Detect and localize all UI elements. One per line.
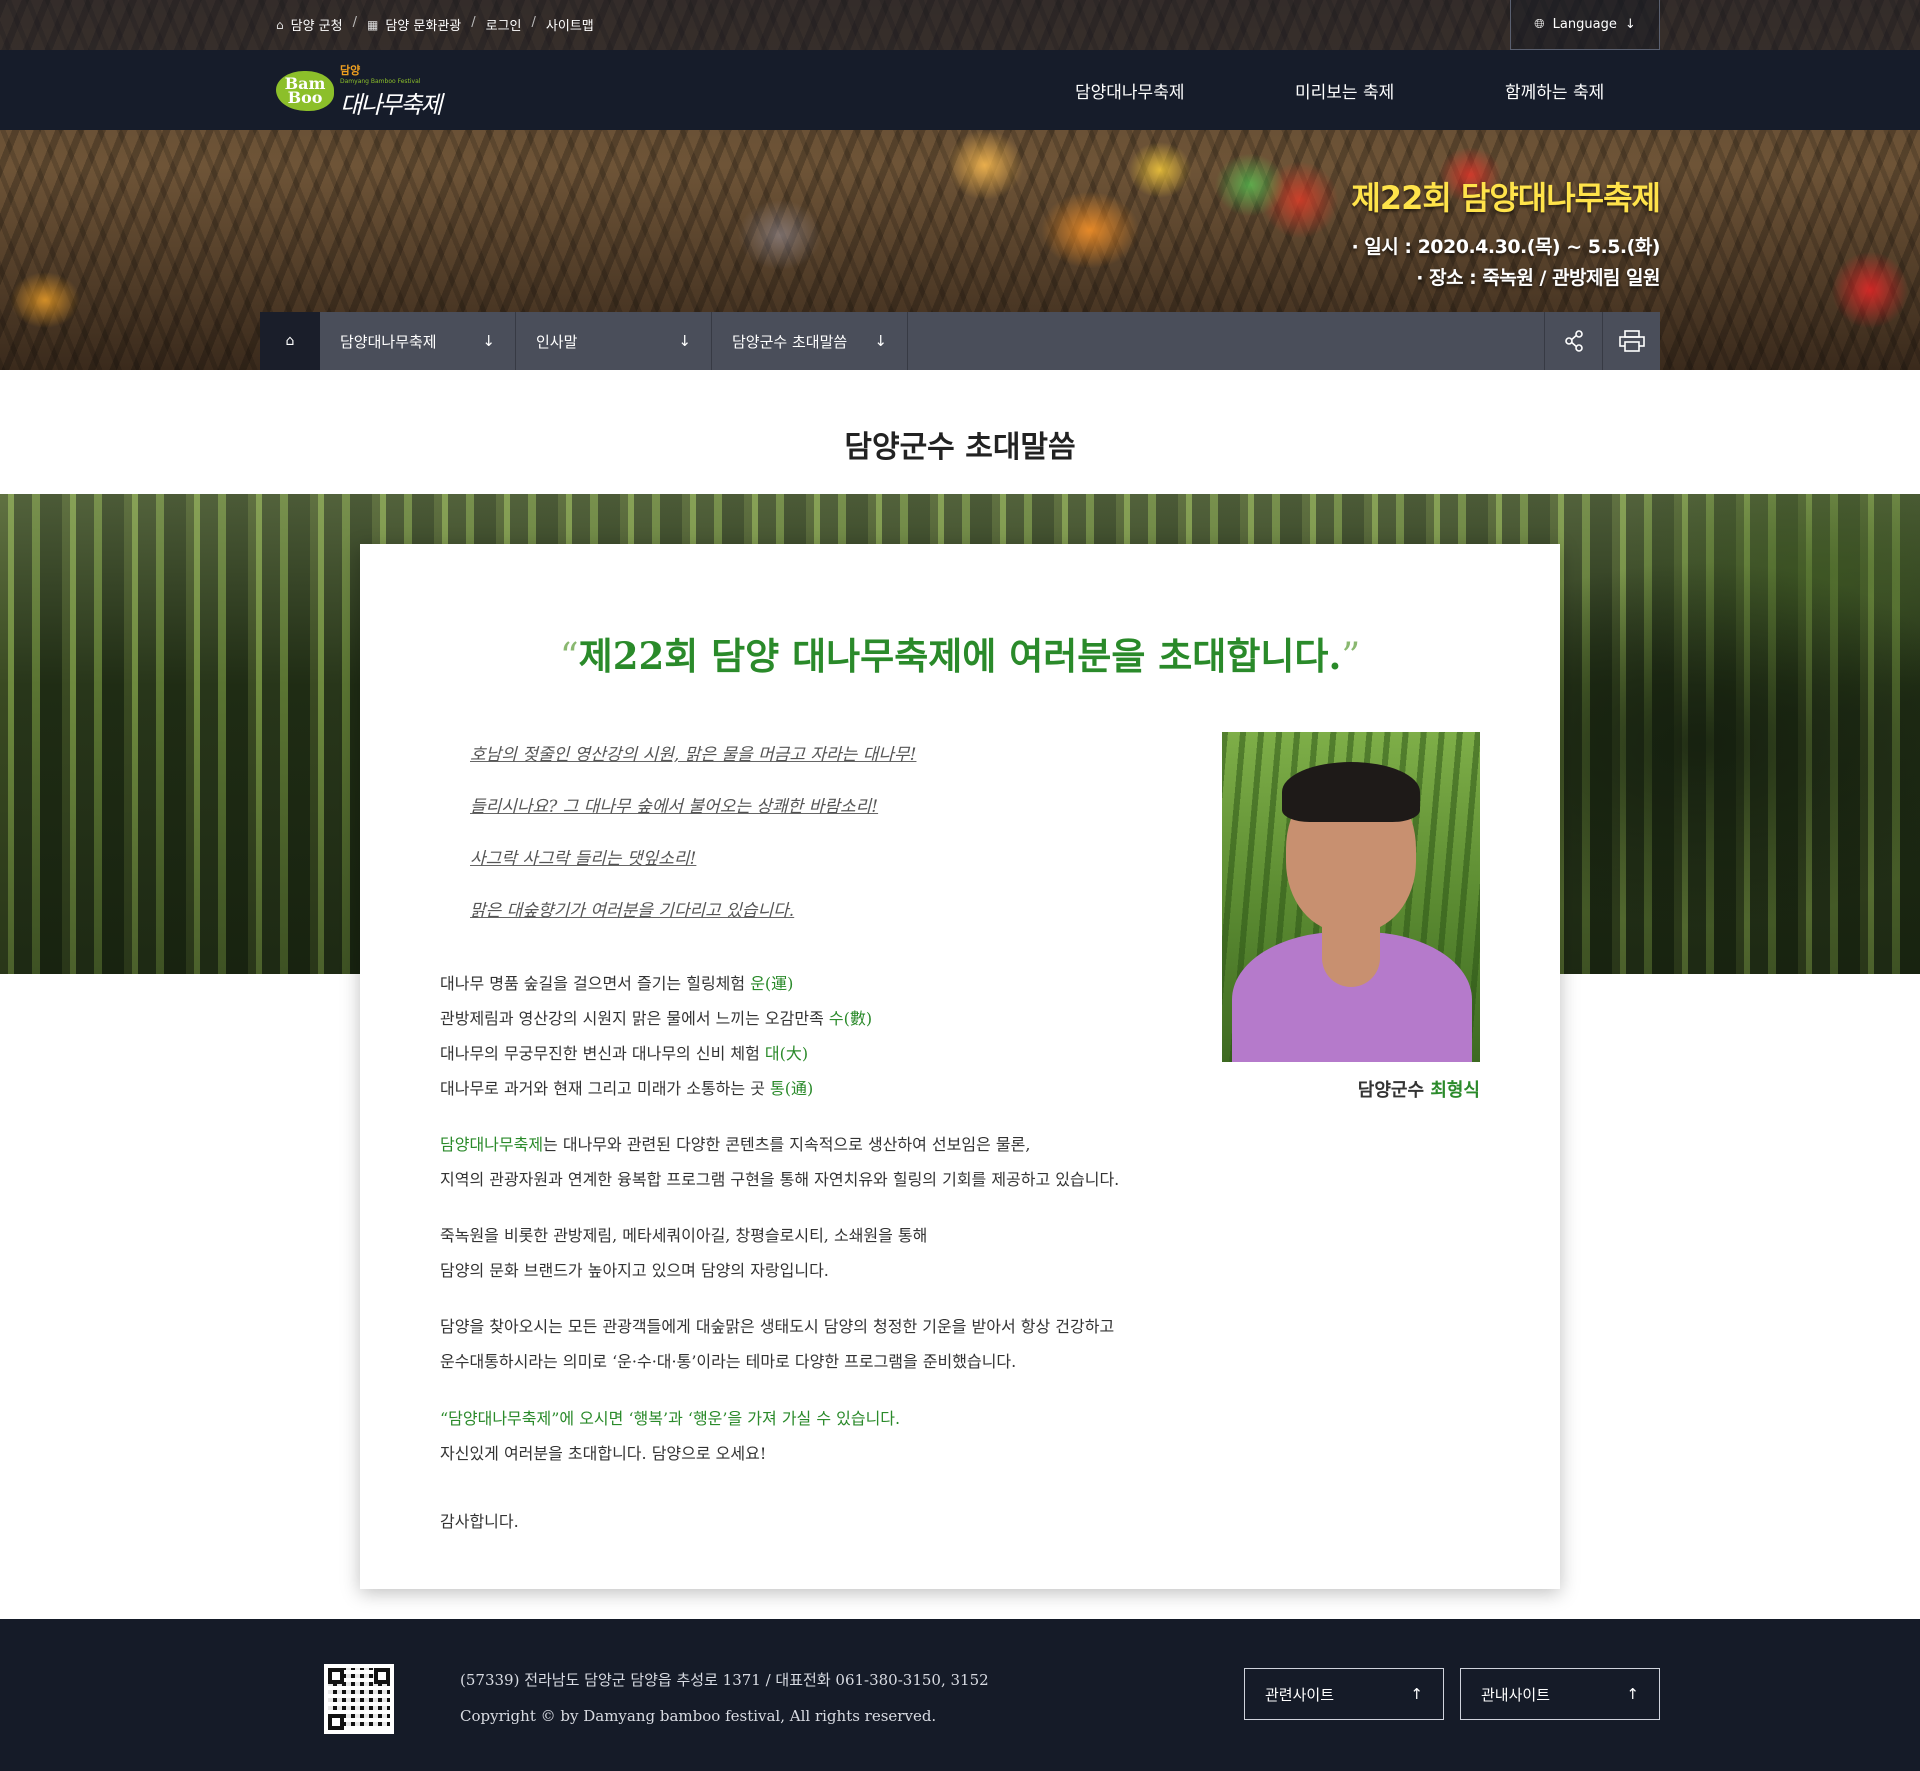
building-icon: ▦ bbox=[367, 17, 379, 32]
qr-code-icon bbox=[324, 1664, 394, 1734]
paragraph-attractions: 죽녹원을 비롯한 관방제림, 메타세쿼이아길, 창평슬로시티, 소쇄원을 통해 … bbox=[440, 1226, 928, 1280]
poem-line: 사그락 사그락 들리는 댓잎소리! bbox=[470, 849, 697, 869]
luck-line: 대나무의 무궁무진한 변신과 대나무의 신비 체험 대(大) bbox=[440, 1044, 809, 1063]
luck-line: 대나무로 과거와 현재 그리고 미래가 소통하는 곳 통(通) bbox=[440, 1079, 814, 1098]
breadcrumb-spacer bbox=[908, 312, 1544, 370]
main-nav-bar: Bam Boo 담양 Damyang Bamboo Festival 대나무축제… bbox=[0, 50, 1920, 130]
luck-line: 관방제림과 영산강의 시원지 맑은 물에서 느끼는 오감만족 수(數) bbox=[440, 1009, 873, 1028]
logo-badge: Bam Boo bbox=[276, 71, 334, 111]
gnb-item-preview[interactable]: 미리보는 축제 bbox=[1295, 78, 1505, 103]
header: ⌂ 담양 군청 / ▦ 담양 문화관광 / 로그인 / 사이트맵 🌐︎ Lang… bbox=[0, 0, 1920, 370]
arrow-up-icon: ↑ bbox=[1410, 1685, 1423, 1703]
separator: / bbox=[352, 15, 357, 30]
home-icon: ⌂ bbox=[285, 333, 295, 349]
page-title: 담양군수 초대말씀 bbox=[844, 430, 1076, 465]
link-login[interactable]: 로그인 bbox=[486, 15, 522, 34]
breadcrumb-item-invitation[interactable]: 담양군수 초대말씀 ↓ bbox=[712, 312, 908, 370]
paragraph-invite: “담양대나무축제”에 오시면 ‘행복’과 ‘행운’을 가져 가실 수 있습니다.… bbox=[440, 1409, 901, 1463]
photo-caption: 담양군수 최형식 bbox=[1357, 1080, 1480, 1101]
hero-title: 제22회 담양대나무축제 bbox=[1351, 179, 1661, 217]
poem-line: 호남의 젖줄인 영산강의 시원, 맑은 물을 머금고 자라는 대나무! bbox=[470, 745, 917, 765]
local-sites-button[interactable]: 관내사이트 ↑ bbox=[1460, 1668, 1660, 1720]
share-icon bbox=[1564, 330, 1583, 352]
arrow-down-icon: ↓ bbox=[482, 332, 495, 350]
poem-line: 들리시나요? 그 대나무 숲에서 불어오는 상쾌한 바람소리! bbox=[470, 797, 879, 817]
arrow-up-icon: ↑ bbox=[1626, 1685, 1639, 1703]
footer: (57339) 전라남도 담양군 담양읍 추성로 1371 / 대표전화 061… bbox=[0, 1619, 1920, 1771]
link-damyang-county[interactable]: ⌂ 담양 군청 bbox=[276, 15, 343, 35]
breadcrumb-item-greeting[interactable]: 인사말 ↓ bbox=[516, 312, 712, 370]
related-sites-button[interactable]: 관련사이트 ↑ bbox=[1244, 1668, 1444, 1720]
breadcrumb: ⌂ 담양대나무축제 ↓ 인사말 ↓ 담양군수 초대말씀 ↓ bbox=[260, 312, 1660, 370]
poem-line: 맑은 대숲향기가 여러분을 기다리고 있습니다. bbox=[470, 901, 795, 921]
site-logo[interactable]: Bam Boo 담양 Damyang Bamboo Festival 대나무축제 bbox=[276, 60, 451, 122]
separator: / bbox=[531, 15, 536, 30]
breadcrumb-home[interactable]: ⌂ bbox=[260, 312, 320, 370]
card-headline: “제22회 담양 대나무축제에 여러분을 초대합니다.” bbox=[559, 634, 1361, 678]
invitation-card: “제22회 담양 대나무축제에 여러분을 초대합니다.” 호남의 젖줄인 영산강… bbox=[360, 544, 1560, 1589]
luck-lines: 대나무 명품 숲길을 걸으면서 즐기는 힐링체험 운(運) 관방제림과 영산강의… bbox=[440, 966, 872, 1106]
footer-address: (57339) 전라남도 담양군 담양읍 추성로 1371 / 대표전화 061… bbox=[460, 1671, 989, 1689]
footer-copyright: Copyright © by Damyang bamboo festival, … bbox=[460, 1707, 937, 1725]
hero-place: · 장소 : 죽녹원 / 관방제림 일원 bbox=[1416, 267, 1660, 289]
utility-links: ⌂ 담양 군청 / ▦ 담양 문화관광 / 로그인 / 사이트맵 bbox=[276, 15, 594, 34]
utility-bar: ⌂ 담양 군청 / ▦ 담양 문화관광 / 로그인 / 사이트맵 🌐︎ Lang… bbox=[0, 0, 1920, 50]
share-button[interactable] bbox=[1544, 312, 1602, 370]
gnb-item-together[interactable]: 함께하는 축제 bbox=[1505, 78, 1625, 103]
gnb-item-festival[interactable]: 담양대나무축제 bbox=[1075, 78, 1295, 103]
separator: / bbox=[471, 15, 476, 30]
closing-thanks: 감사합니다. bbox=[440, 1512, 519, 1531]
paragraph-theme: 담양을 찾아오시는 모든 관광객들에게 대숲맑은 생태도시 담양의 청정한 기운… bbox=[440, 1317, 1115, 1371]
globe-icon: 🌐︎ bbox=[1534, 17, 1545, 32]
breadcrumb-item-festival[interactable]: 담양대나무축제 ↓ bbox=[320, 312, 516, 370]
hero-date: · 일시 : 2020.4.30.(목) ~ 5.5.(화) bbox=[1351, 236, 1660, 258]
poem-block: 호남의 젖줄인 영산강의 시원, 맑은 물을 머금고 자라는 대나무! 들리시나… bbox=[470, 740, 916, 948]
arrow-down-icon: ↓ bbox=[1624, 17, 1636, 32]
link-sitemap[interactable]: 사이트맵 bbox=[546, 15, 594, 34]
arrow-down-icon: ↓ bbox=[874, 332, 887, 350]
print-icon bbox=[1618, 330, 1645, 352]
logo-text: 담양 Damyang Bamboo Festival 대나무축제 bbox=[340, 64, 442, 119]
global-nav: 담양대나무축제 미리보는 축제 함께하는 축제 bbox=[1075, 78, 1625, 103]
link-damyang-tourism[interactable]: ▦ 담양 문화관광 bbox=[367, 15, 461, 35]
close-quote: ” bbox=[1341, 635, 1361, 678]
paragraph-festival-intro: 담양대나무축제는 대나무와 관련된 다양한 콘텐츠를 지속적으로 생산하여 선보… bbox=[440, 1135, 1120, 1189]
language-button[interactable]: 🌐︎ Language ↓ bbox=[1510, 0, 1660, 50]
governor-photo bbox=[1222, 732, 1480, 1062]
arrow-down-icon: ↓ bbox=[678, 332, 691, 350]
luck-line: 대나무 명품 숲길을 걸으면서 즐기는 힐링체험 운(運) bbox=[440, 974, 794, 993]
open-quote: “ bbox=[559, 635, 579, 678]
home-icon: ⌂ bbox=[276, 17, 284, 32]
print-button[interactable] bbox=[1602, 312, 1660, 370]
